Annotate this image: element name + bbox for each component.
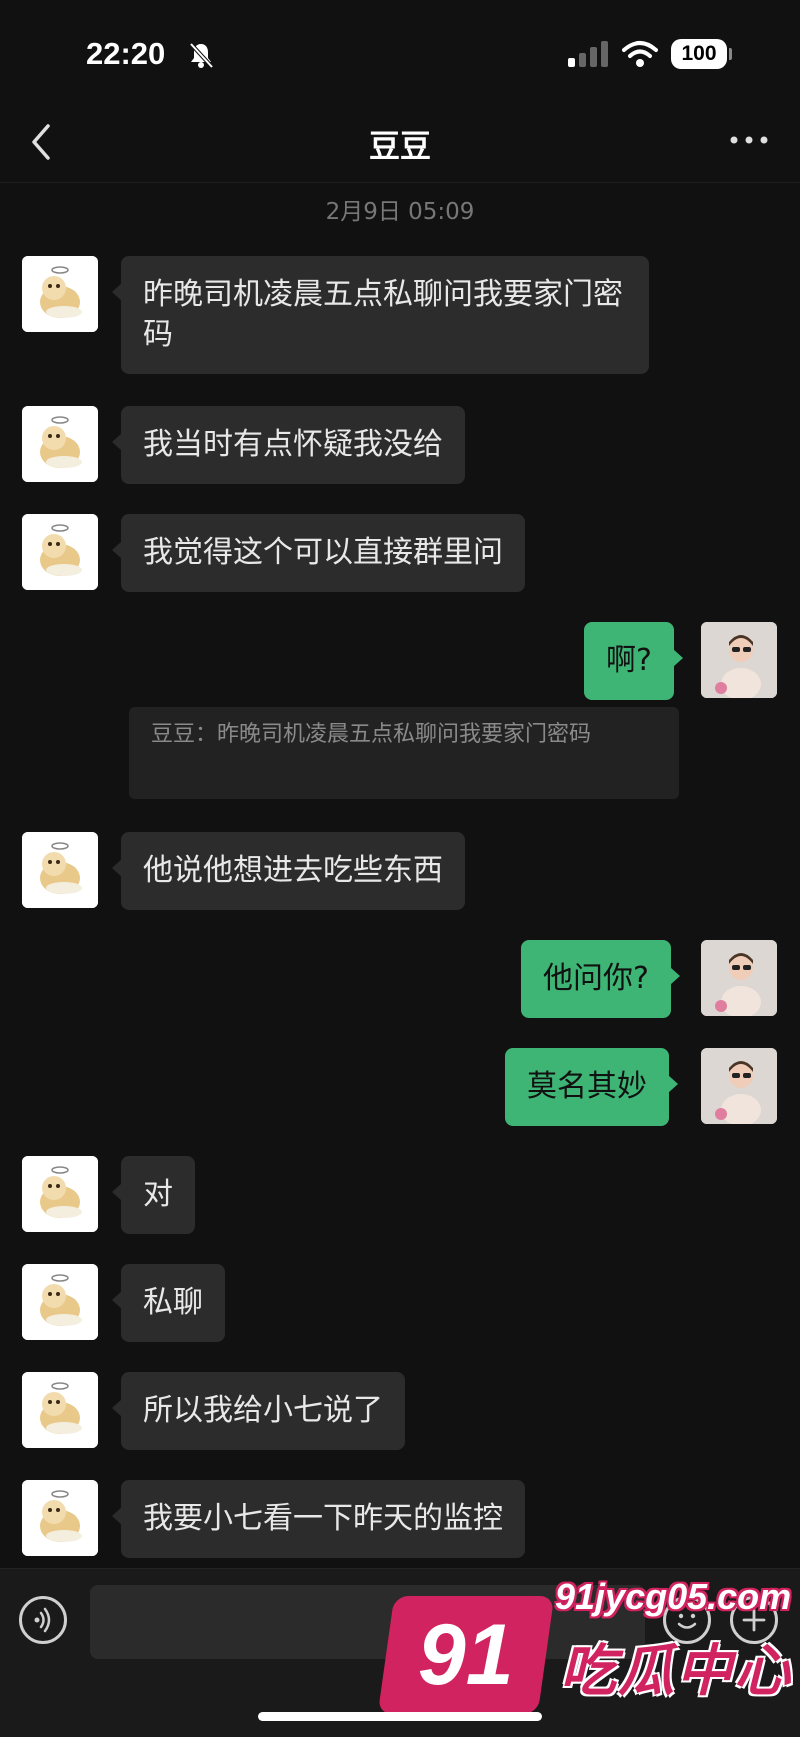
more-icon[interactable]: [726, 122, 772, 158]
contact-avatar[interactable]: [22, 1264, 98, 1340]
contact-avatar[interactable]: [22, 1480, 98, 1556]
message-bubble-incoming[interactable]: 昨晚司机凌晨五点私聊问我要家门密码: [112, 256, 649, 374]
message-bubble-incoming[interactable]: 他说他想进去吃些东西: [112, 832, 465, 910]
message-bubble-outgoing[interactable]: 莫名其妙: [505, 1048, 678, 1126]
contact-avatar-image: [22, 1480, 98, 1556]
quoted-message[interactable]: 豆豆：昨晚司机凌晨五点私聊问我要家门密码: [129, 707, 679, 799]
contact-avatar-image: [22, 832, 98, 908]
user-avatar-image: [701, 622, 777, 698]
watermark-logo: 91: [377, 1596, 555, 1714]
user-avatar[interactable]: [701, 940, 777, 1016]
message-bubble-incoming[interactable]: 我当时有点怀疑我没给: [112, 406, 465, 484]
contact-avatar-image: [22, 256, 98, 332]
voice-icon-glyph: [34, 1607, 51, 1633]
watermark-number: 91: [418, 1606, 514, 1703]
status-time: 22:20: [86, 36, 166, 71]
contact-avatar[interactable]: [22, 256, 98, 332]
message-bubble-incoming[interactable]: 私聊: [112, 1264, 225, 1342]
message-bubble-incoming[interactable]: 对: [112, 1156, 195, 1234]
chat-title: 豆豆: [369, 129, 431, 165]
chat-header: 豆豆: [0, 100, 800, 183]
voice-icon[interactable]: [19, 1596, 67, 1644]
message-bubble-outgoing[interactable]: 他问你?: [521, 940, 680, 1018]
home-indicator[interactable]: [258, 1712, 542, 1721]
wifi-icon: [622, 41, 658, 67]
user-avatar[interactable]: [701, 1048, 777, 1124]
contact-avatar-image: [22, 406, 98, 482]
bell-off-icon: [189, 42, 214, 69]
contact-avatar[interactable]: [22, 406, 98, 482]
message-bubble-outgoing[interactable]: 啊?: [584, 622, 683, 700]
watermark-url: 91jycg05.com: [555, 1576, 792, 1617]
contact-avatar-image: [22, 514, 98, 590]
contact-avatar[interactable]: [22, 514, 98, 590]
battery-icon: 100: [671, 39, 727, 69]
message-timestamp: 2月9日 05:09: [325, 199, 475, 225]
signal-icon: [568, 41, 608, 67]
watermark-name: 吃瓜中心: [560, 1639, 792, 1704]
status-bar: 22:20 100: [0, 0, 800, 100]
battery-nub: [729, 48, 732, 60]
message-bubble-incoming[interactable]: 我觉得这个可以直接群里问: [112, 514, 525, 592]
message-bubble-incoming[interactable]: 我要小七看一下昨天的监控: [112, 1480, 525, 1558]
message-bubble-incoming[interactable]: 所以我给小七说了: [112, 1372, 405, 1450]
user-avatar-image: [701, 940, 777, 1016]
contact-avatar[interactable]: [22, 1372, 98, 1448]
user-avatar[interactable]: [701, 622, 777, 698]
contact-avatar-image: [22, 1372, 98, 1448]
contact-avatar-image: [22, 1156, 98, 1232]
user-avatar-image: [701, 1048, 777, 1124]
contact-avatar[interactable]: [22, 1156, 98, 1232]
contact-avatar-image: [22, 1264, 98, 1340]
contact-avatar[interactable]: [22, 832, 98, 908]
